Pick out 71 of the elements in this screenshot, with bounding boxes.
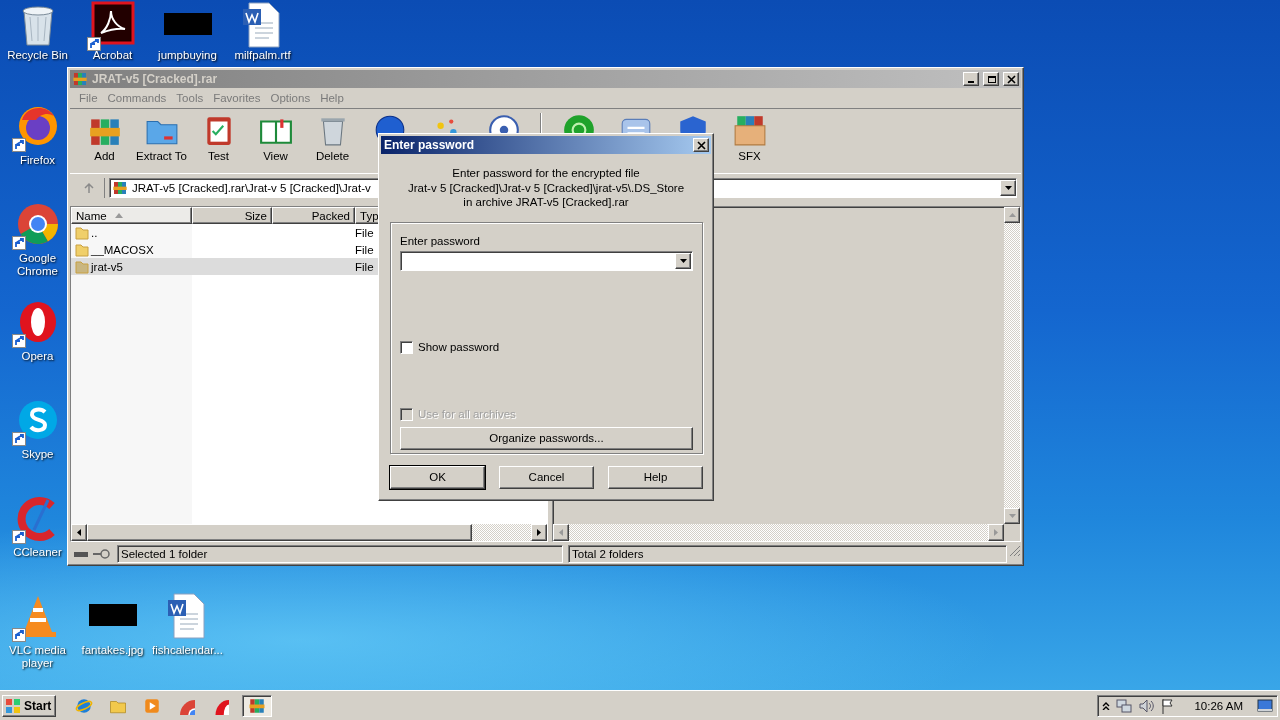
icon-label: fishcalendar... [151,644,224,657]
folder-icon [75,242,89,257]
show-desktop-icon[interactable] [1257,698,1273,713]
folder-icon [75,259,89,274]
icon-label: CCleaner [12,546,63,559]
dialog-button[interactable]: Help [608,465,703,489]
shortcut-arrow-icon [11,530,26,544]
close-button[interactable] [1003,72,1019,86]
scrollbar-thumb[interactable] [87,524,472,541]
archive-app-icon [72,71,88,87]
shortcut-arrow-icon [11,236,26,250]
books-icon[interactable] [248,696,267,715]
dialog-title: Enter password [384,138,476,152]
windows-logo-icon [5,697,21,714]
dialog-button[interactable]: OK [390,465,485,489]
checkbox[interactable] [400,340,413,354]
password-field[interactable] [400,250,693,271]
icon-label: Opera [20,350,55,363]
icon-label: jumpbuying [156,49,218,62]
folder-icon [75,225,89,240]
checkbox-label: Show password [418,341,500,353]
scroll-right-icon[interactable] [537,529,541,536]
drive-key-icon [73,548,113,560]
archive-app-icon [112,180,128,196]
dialog-button[interactable]: Cancel [499,465,594,489]
resize-grip-icon[interactable] [1009,545,1021,557]
chevron-up-icon[interactable] [1102,701,1111,710]
toolbar-button[interactable]: Extract To [133,113,190,162]
window-title: JRAT-v5 [Cracked].rar [92,72,219,86]
close-button[interactable] [693,138,709,152]
toolbar-button[interactable]: Delete [304,113,361,162]
start-button[interactable]: Start [2,694,57,717]
network-icon[interactable] [1116,697,1133,714]
status-text: Selected 1 folder [117,545,563,563]
column-header[interactable]: Name [71,207,192,224]
shortcut-arrow-icon [86,37,101,51]
shortcut-arrow-icon [11,138,26,152]
toolbar-button[interactable]: SFX [721,113,778,162]
shortcut-arrow-icon [11,628,26,642]
maximize-button[interactable] [983,72,999,86]
icon-label: Skype [20,448,55,461]
maximize-icon [986,74,996,84]
icon-label: Recycle Bin [6,49,69,62]
taskbar-app-button[interactable] [242,694,273,717]
sort-arrow-icon [114,213,123,218]
toolbar-button[interactable]: View [247,113,304,162]
icon-label: fantakes.jpg [80,644,145,657]
icon-label: VLC media player [8,644,67,670]
column-header[interactable]: Size [192,207,272,224]
box-icon [732,113,767,147]
minimize-button[interactable] [963,72,979,86]
column-header[interactable]: Packed [272,207,355,224]
field-label: Enter password [400,234,481,247]
icon-label: Acrobat [91,49,134,62]
shortcut-arrow-icon [11,432,26,446]
dropdown-arrow-icon[interactable] [679,258,687,263]
close-icon [1006,74,1016,84]
icon-label: milfpalm.rtf [233,49,292,62]
minimize-icon [968,81,974,83]
organize-passwords-button[interactable]: Organize passwords... [400,426,693,450]
scroll-left-icon[interactable] [77,529,81,536]
status-text: Total 2 folders [568,545,1007,563]
clock-time[interactable]: 10:26 AM [1194,699,1243,712]
toolbar-button[interactable]: Test [190,113,247,162]
icon-label: Google Chrome [16,252,59,278]
dropdown-arrow-icon[interactable] [1004,186,1012,190]
icon-label: Firefox [18,154,57,167]
speaker-icon[interactable] [1138,697,1155,714]
shortcut-arrow-icon [11,334,26,348]
close-icon [696,140,706,150]
toolbar-button[interactable]: Add [76,113,133,162]
